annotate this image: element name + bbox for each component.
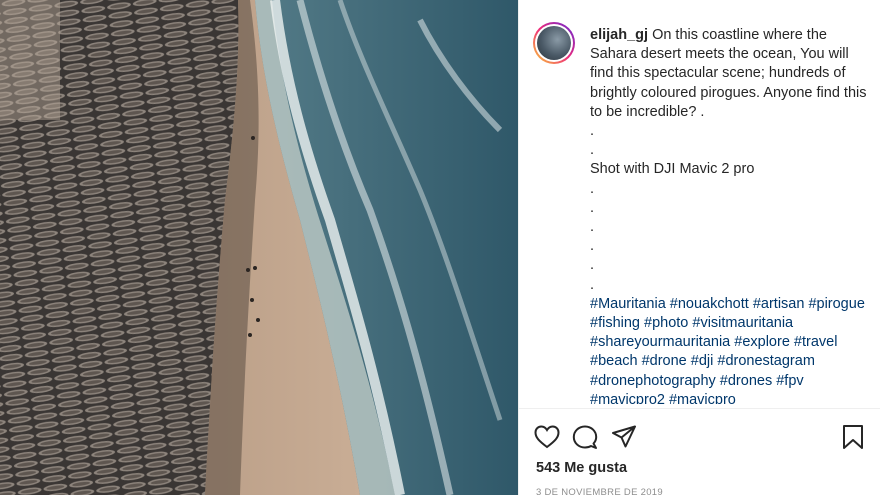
post-date[interactable]: 3 DE NOVIEMBRE DE 2019 <box>536 487 663 498</box>
caption-line: . <box>590 276 595 293</box>
share-icon[interactable] <box>610 423 638 451</box>
post-caption: elijah_gj On this coastline where the Sa… <box>590 26 872 404</box>
caption-line: . <box>590 123 595 140</box>
caption-line: . <box>590 142 595 159</box>
likes-count[interactable]: 543 Me gusta <box>536 460 627 476</box>
post-view: elijah_gj On this coastline where the Sa… <box>0 0 880 498</box>
bookmark-icon[interactable] <box>839 423 867 451</box>
caption-line: . <box>590 180 595 197</box>
caption-line: Shot with DJI Mavic 2 pro <box>590 161 755 178</box>
hashtags[interactable]: #Mauritania #nouakchott #artisan #pirogu… <box>590 295 872 404</box>
caption-line: . <box>590 219 595 236</box>
caption-line: . <box>590 257 595 274</box>
aerial-coast-image <box>0 0 518 495</box>
caption-scroll-area[interactable]: elijah_gj On this coastline where the Sa… <box>519 0 880 404</box>
caption-line: . <box>590 238 595 255</box>
comment-icon[interactable] <box>571 423 599 451</box>
post-photo[interactable] <box>0 0 518 495</box>
username-link[interactable]: elijah_gj <box>590 27 648 43</box>
caption-first-line: elijah_gj On this coastline where the Sa… <box>590 26 872 122</box>
post-side-panel: elijah_gj On this coastline where the Sa… <box>518 0 880 498</box>
heart-icon[interactable] <box>533 423 561 451</box>
post-actions: 543 Me gusta 3 DE NOVIEMBRE DE 2019 <box>519 408 880 498</box>
avatar[interactable] <box>533 22 575 64</box>
avatar-photo <box>537 26 571 60</box>
caption-line: . <box>590 199 595 216</box>
